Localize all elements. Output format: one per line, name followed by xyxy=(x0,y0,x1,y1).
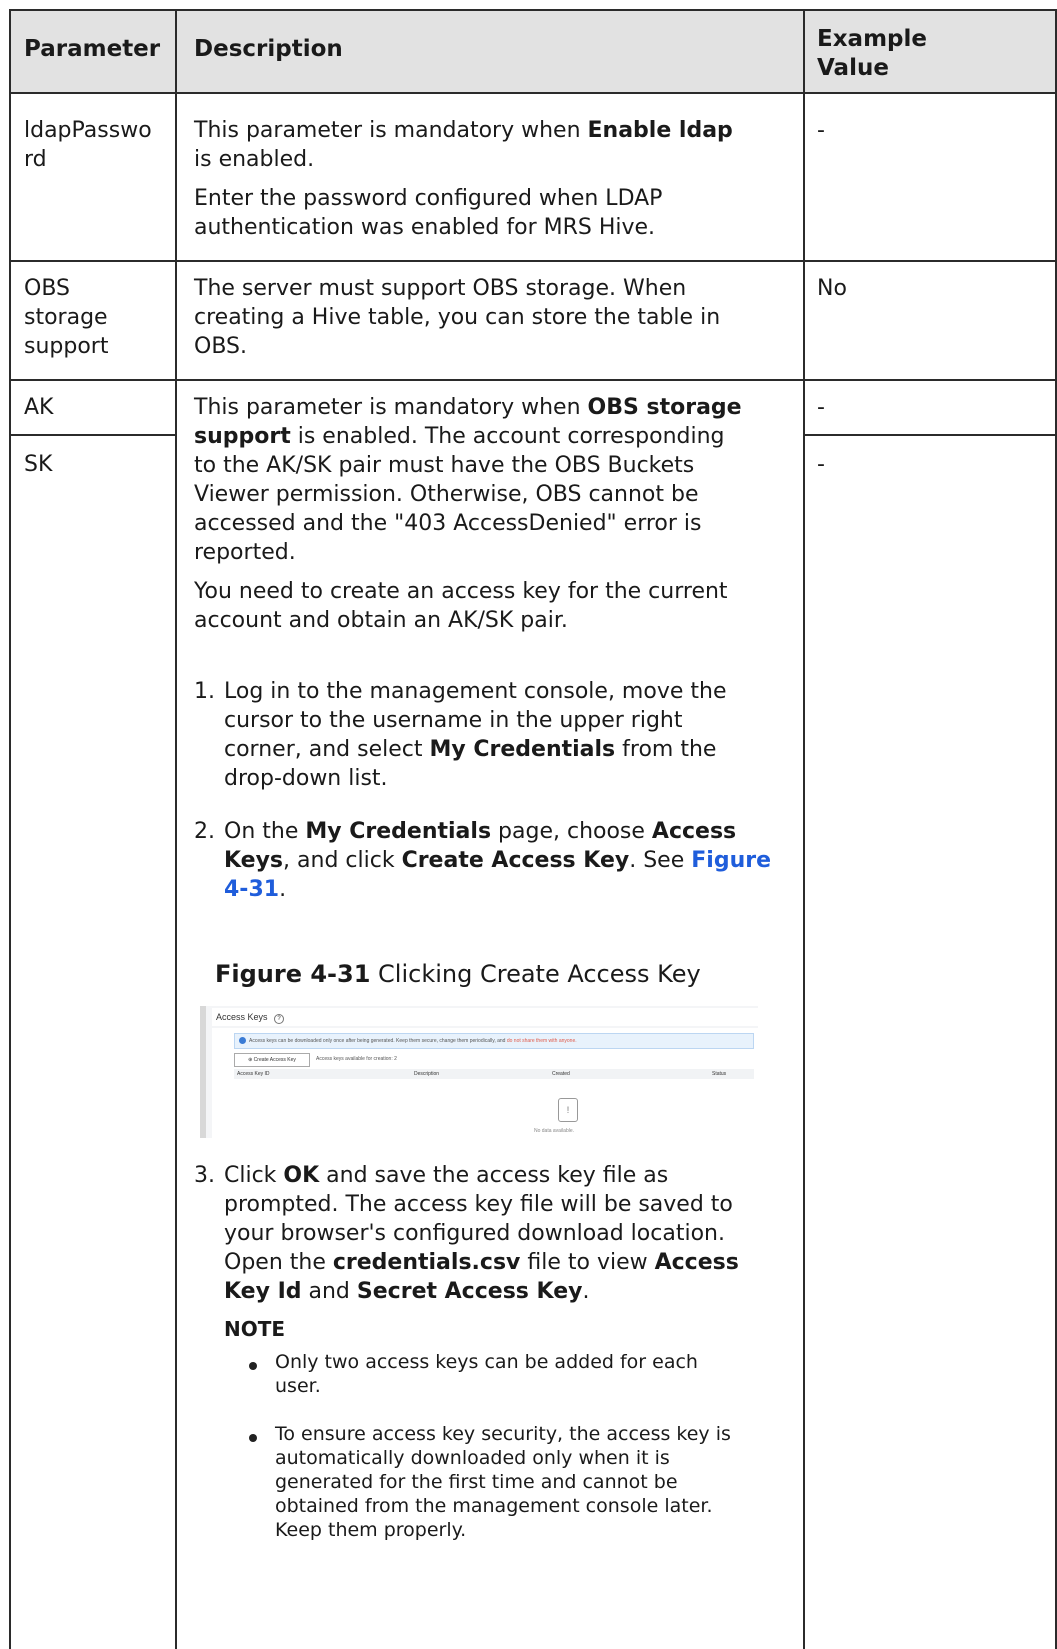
param-ak: AK xyxy=(24,395,54,420)
header-example-value: Example Value xyxy=(817,26,927,81)
screenshot-body: Access keys can be downloaded only once … xyxy=(212,1028,758,1138)
param-obs-storage-support: OBS storage support xyxy=(24,276,109,359)
example-ak: - xyxy=(817,395,825,420)
desc-obs-storage-support: The server must support OBS storage. Whe… xyxy=(194,276,721,359)
example-obs-storage-support: No xyxy=(817,276,847,301)
header-parameter: Parameter xyxy=(24,36,161,62)
col-access-key-id: Access Key ID xyxy=(237,1071,270,1077)
col-created: Created xyxy=(552,1071,570,1077)
figure-link[interactable]: Figure xyxy=(691,848,771,873)
bullet-icon xyxy=(249,1434,257,1442)
column-divider-1 xyxy=(175,9,177,1649)
column-divider-2 xyxy=(803,9,805,1649)
screenshot-header: Access Keys ? xyxy=(212,1008,758,1026)
example-ldap-password: - xyxy=(817,118,825,143)
figure-caption: Figure 4-31 Clicking Create Access Key xyxy=(215,960,701,988)
create-access-key-button: ⊕ Create Access Key xyxy=(234,1053,310,1067)
row-divider-1 xyxy=(9,260,1057,262)
step-1: 1. Log in to the management console, mov… xyxy=(194,679,727,791)
col-description: Description xyxy=(414,1071,440,1077)
col-status: Status xyxy=(712,1071,727,1077)
note-item-1: Only two access keys can be added for ea… xyxy=(275,1351,698,1397)
screenshot-info-banner: Access keys can be downloaded only once … xyxy=(234,1033,754,1049)
screenshot-table-header: Access Key ID Description Created Status xyxy=(234,1069,754,1079)
example-sk: - xyxy=(817,452,825,477)
param-ldap-password: ldapPasswo rd xyxy=(24,118,152,172)
bullet-icon xyxy=(249,1362,257,1370)
header-divider xyxy=(9,92,1057,94)
desc-aksk-intro: This parameter is mandatory when OBS sto… xyxy=(194,395,742,633)
empty-state-icon: ! xyxy=(558,1098,578,1122)
desc-ldap-password: This parameter is mandatory when Enable … xyxy=(194,118,733,240)
empty-state-text: No data available. xyxy=(534,1128,575,1134)
note-item-2: To ensure access key security, the acces… xyxy=(275,1423,731,1541)
info-icon xyxy=(239,1037,246,1044)
note-title: NOTE xyxy=(224,1317,286,1341)
step-2: 2. On the My Credentials page, choose Ac… xyxy=(194,819,771,902)
keys-available-text: Access keys available for creation: 2 xyxy=(316,1056,397,1062)
screenshot-title: Access Keys xyxy=(216,1012,268,1022)
table-border-left xyxy=(9,9,11,1649)
table-border-top xyxy=(9,9,1057,11)
header-description: Description xyxy=(194,36,343,62)
parameter-table: Parameter Description Example Value ldap… xyxy=(9,9,1057,1649)
question-circle-icon: ? xyxy=(274,1014,285,1024)
row-divider-2 xyxy=(9,379,1057,381)
row-divider-ak-example xyxy=(803,434,1057,436)
access-keys-screenshot: Access Keys ? Access keys can be downloa… xyxy=(200,1006,758,1138)
row-divider-ak-param xyxy=(9,434,177,436)
param-sk: SK xyxy=(24,452,53,477)
figure-link-number[interactable]: 4-31 xyxy=(224,877,279,902)
step-3: 3. Click OK and save the access key file… xyxy=(194,1163,739,1304)
